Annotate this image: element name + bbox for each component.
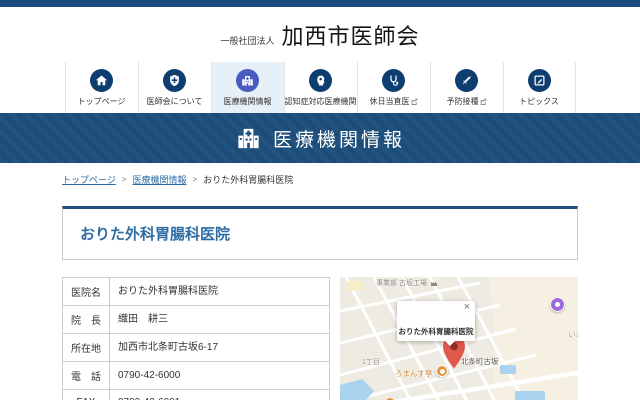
hospital-banner-icon [235, 125, 262, 152]
nav-item-holiday-doctor[interactable]: 休日当直医 [357, 62, 430, 113]
row-value: 加西市北条町古坂6-17 [110, 334, 330, 362]
table-row: 院 長 織田 耕三 [63, 306, 330, 334]
map-info-window: × おりた外科胃腸科医院 [397, 301, 475, 341]
nav-label: 休日当直医 [370, 96, 418, 107]
breadcrumb-separator: > [122, 175, 127, 184]
info-window-title: おりた外科胃腸科医院 [397, 326, 475, 337]
nav-item-top-page[interactable]: トップページ [65, 62, 138, 113]
breadcrumb-separator: > [193, 175, 198, 184]
shield-plus-icon [163, 69, 186, 92]
breadcrumb-link-top[interactable]: トップページ [62, 173, 116, 186]
close-icon[interactable]: × [464, 302, 470, 313]
nav-label: 医療機関情報 [224, 96, 272, 107]
row-value: おりた外科胃腸科医院 [110, 278, 330, 306]
main-content: 医院名 おりた外科胃腸科医院 院 長 織田 耕三 所在地 加西市北条町古坂6-1… [62, 277, 578, 400]
row-value: 0790-42-6000 [110, 362, 330, 390]
nav-item-dementia[interactable]: 認知症対応医療機関 [284, 62, 357, 113]
row-label: 所在地 [63, 334, 110, 362]
map-place-label: 事業部 古坂工場 [376, 278, 438, 288]
main-nav: トップページ 医師会について 医療機関情報 認知症対応医療機関 休日当直医 予防… [0, 62, 640, 113]
memo-icon [528, 69, 551, 92]
doctor-stethoscope-icon [382, 69, 405, 92]
map-place-label: 1丁目 [362, 357, 380, 367]
hospital-icon [236, 69, 259, 92]
nav-item-vaccination[interactable]: 予防接種 [430, 62, 503, 113]
nav-item-topics[interactable]: トピックス [503, 62, 576, 113]
map-poi-icon[interactable] [550, 297, 565, 312]
table-row: 医院名 おりた外科胃腸科医院 [63, 278, 330, 306]
row-label: 院 長 [63, 306, 110, 334]
map-place-label: 北条町古坂 [461, 356, 499, 367]
row-label: 電 話 [63, 362, 110, 390]
clinic-info-table: 医院名 おりた外科胃腸科医院 院 長 織田 耕三 所在地 加西市北条町古坂6-1… [62, 277, 330, 400]
site-name: 加西市医師会 [282, 19, 420, 51]
external-link-icon [480, 98, 487, 105]
map-place-label: いこ [568, 329, 578, 340]
nav-label: トピックス [519, 96, 559, 107]
top-accent-bar [0, 0, 640, 7]
map-place-label: ろまんす亭 [395, 368, 432, 379]
row-value: 織田 耕三 [110, 306, 330, 334]
nav-label: トップページ [78, 96, 126, 107]
site-logo[interactable]: 一般社団法人 加西市医師会 [220, 19, 419, 51]
table-row: 電 話 0790-42-6000 [63, 362, 330, 390]
row-label: 医院名 [63, 278, 110, 306]
factory-icon [430, 279, 438, 287]
page-title-box: おりた外科胃腸科医院 [62, 206, 578, 260]
map-embed[interactable]: 事業部 古坂工場 1丁目 ろまんす亭 北条町古坂 いこ × おりた外科胃腸科医院 [340, 277, 578, 400]
breadcrumb-link-medical-info[interactable]: 医療機関情報 [133, 173, 187, 186]
nav-label: 認知症対応医療機関 [285, 96, 357, 107]
nav-item-about[interactable]: 医師会について [138, 62, 211, 113]
banner-title: 医療機関情報 [273, 125, 405, 152]
org-type-label: 一般社団法人 [220, 34, 274, 47]
nav-label: 医師会について [147, 96, 203, 107]
site-header: 一般社団法人 加西市医師会 [0, 7, 640, 62]
head-icon [309, 69, 332, 92]
page-title: おりた外科胃腸科医院 [80, 223, 560, 244]
row-value: 0790-42-6001 [110, 390, 330, 400]
home-icon [90, 69, 113, 92]
nav-item-medical-institutions[interactable]: 医療機関情報 [211, 62, 284, 113]
nav-label: 予防接種 [447, 96, 487, 107]
breadcrumb: トップページ > 医療機関情報 > おりた外科胃腸科医院 [62, 173, 578, 186]
breadcrumb-current: おりた外科胃腸科医院 [203, 173, 293, 186]
external-link-icon [411, 98, 418, 105]
page-banner: 医療機関情報 [0, 113, 640, 163]
row-label: FAX [63, 390, 110, 400]
table-row: FAX 0790-42-6001 [63, 390, 330, 400]
syringe-icon [455, 69, 478, 92]
table-row: 所在地 加西市北条町古坂6-17 [63, 334, 330, 362]
